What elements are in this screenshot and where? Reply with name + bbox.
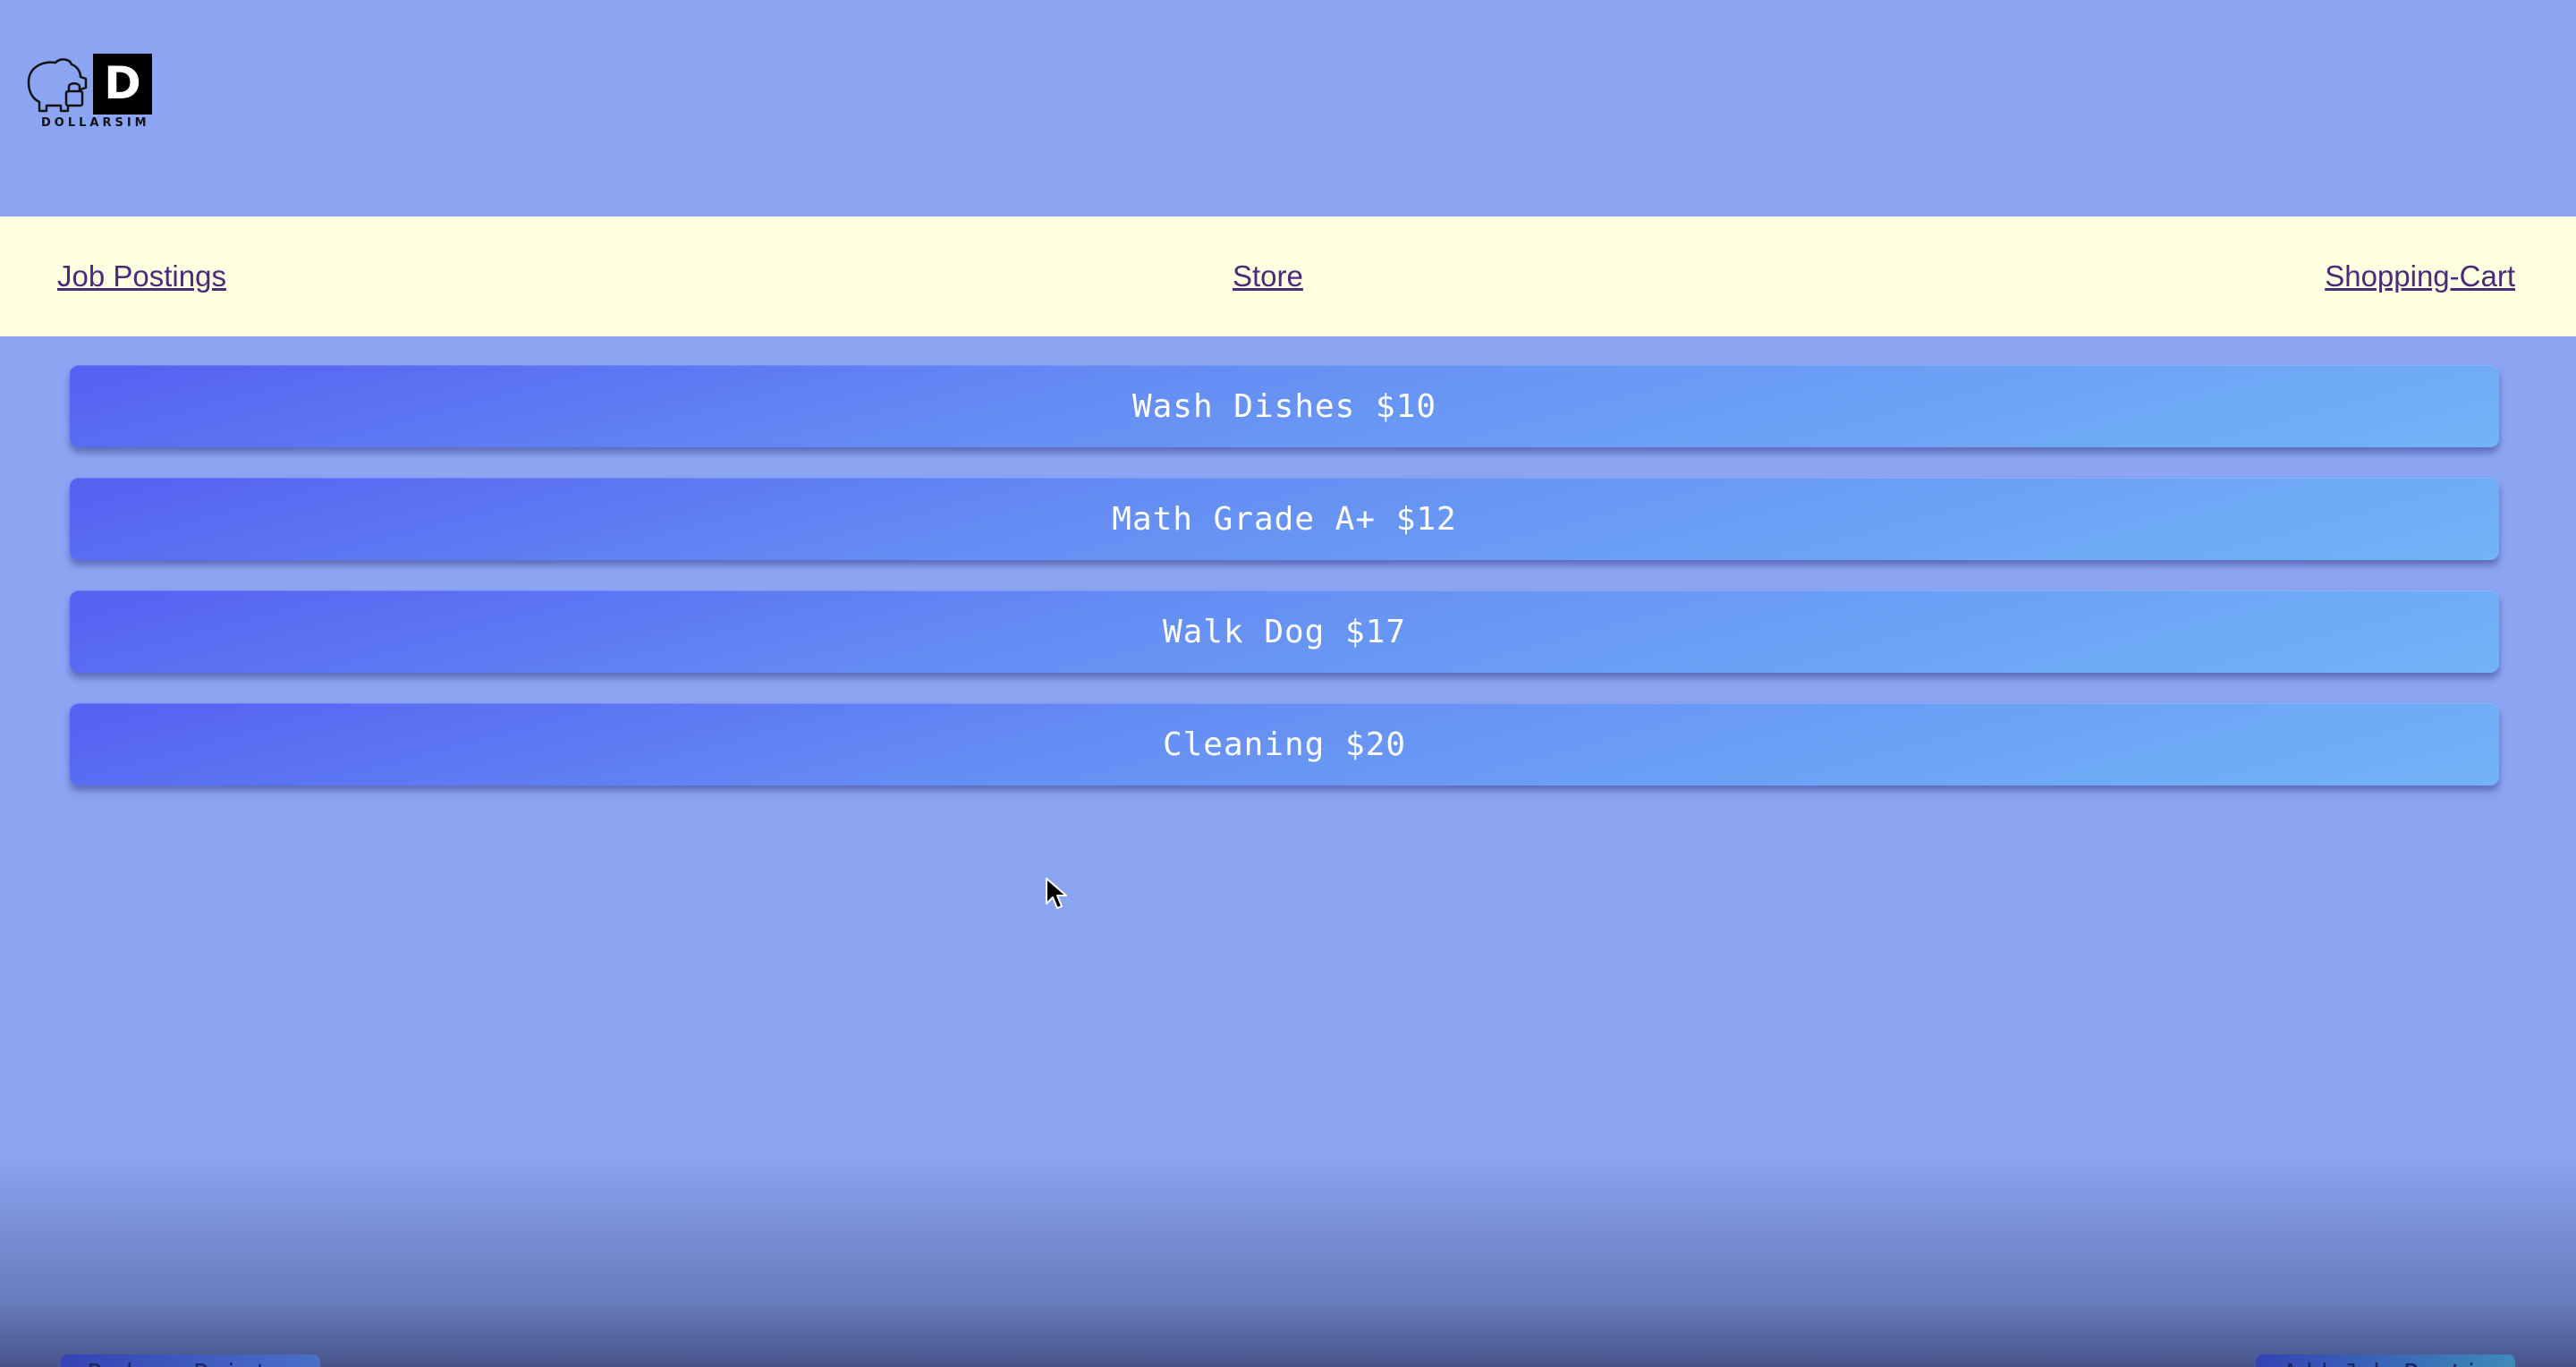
add-job-posting-button[interactable]: Add Job Posting <box>2256 1354 2515 1367</box>
job-list: Wash Dishes $10 Math Grade A+ $12 Walk D… <box>70 365 2499 816</box>
nav-link-job-postings[interactable]: Job Postings <box>57 259 226 293</box>
job-button-cleaning[interactable]: Cleaning $20 <box>70 703 2499 785</box>
job-label: Cleaning $20 <box>1162 726 1407 763</box>
job-label: Math Grade A+ $12 <box>1112 500 1457 538</box>
bottom-shadow <box>0 1152 2576 1367</box>
job-button-wash-dishes[interactable]: Wash Dishes $10 <box>70 365 2499 447</box>
piggy-bank-lock-icon: D <box>27 54 152 115</box>
app-window: D DOLLARSIM Job Postings Store Shopping-… <box>0 0 2576 1367</box>
redeem-points-button[interactable]: Redeem Points <box>61 1354 320 1367</box>
nav-link-store[interactable]: Store <box>1233 259 1303 293</box>
nav-bar: Job Postings Store Shopping-Cart <box>0 217 2576 336</box>
job-button-math-grade[interactable]: Math Grade A+ $12 <box>70 478 2499 560</box>
svg-text:D: D <box>104 57 141 109</box>
app-name: DOLLARSIM <box>41 116 150 130</box>
header: D DOLLARSIM <box>0 0 2576 217</box>
job-button-walk-dog[interactable]: Walk Dog $17 <box>70 590 2499 673</box>
job-label: Wash Dishes $10 <box>1131 387 1437 425</box>
app-logo[interactable]: D DOLLARSIM <box>23 52 157 134</box>
redeem-points-label: Redeem Points <box>61 1354 320 1367</box>
add-job-posting-label: Add Job Posting <box>2256 1354 2515 1367</box>
mouse-pointer-icon <box>1045 877 1068 911</box>
job-label: Walk Dog $17 <box>1162 613 1407 650</box>
nav-link-shopping-cart[interactable]: Shopping-Cart <box>2325 259 2515 293</box>
